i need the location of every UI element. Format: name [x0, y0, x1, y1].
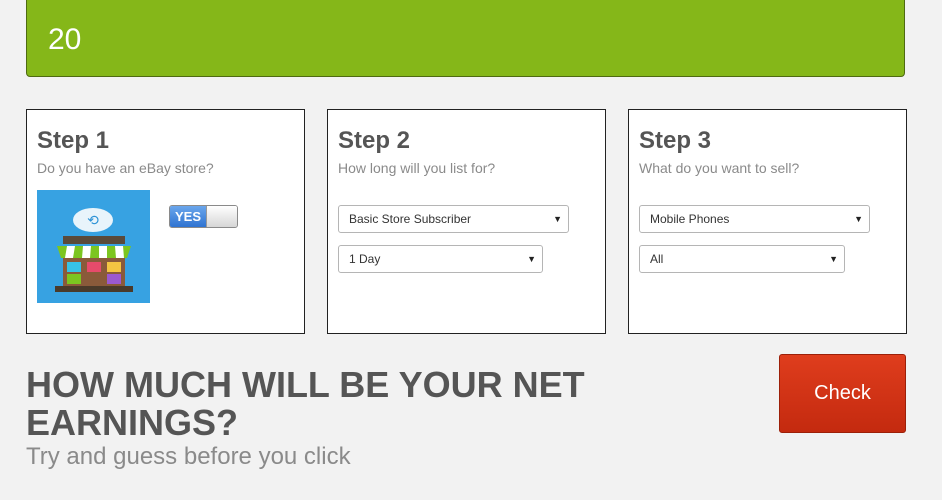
step-2-subtitle: How long will you list for?: [338, 160, 496, 176]
ebay-store-icon: ⟲: [37, 190, 150, 303]
duration-select-value: 1 Day: [349, 252, 381, 266]
chevron-down-icon: ▼: [527, 254, 536, 264]
subcategory-select[interactable]: All ▼: [639, 245, 845, 273]
subcategory-select-value: All: [650, 252, 664, 266]
toggle-on-label: YES: [170, 206, 206, 227]
step-1-title: Step 1: [37, 127, 110, 154]
result-value: 20: [48, 23, 82, 56]
result-bar: 20: [26, 0, 905, 77]
chevron-down-icon: ▼: [553, 214, 562, 224]
step-3-subtitle: What do you want to sell?: [639, 160, 800, 176]
step-2-card: Step 2 How long will you list for? Basic…: [327, 109, 606, 334]
svg-text:⟲: ⟲: [87, 213, 99, 229]
step-3-card: Step 3 What do you want to sell? Mobile …: [628, 109, 907, 334]
duration-select[interactable]: 1 Day ▼: [338, 245, 543, 273]
step-1-card: Step 1 Do you have an eBay store? ⟲ YES: [26, 109, 305, 334]
category-select[interactable]: Mobile Phones ▼: [639, 205, 870, 233]
step-3-title: Step 3: [639, 127, 712, 154]
check-button[interactable]: Check: [779, 354, 906, 433]
toggle-knob: [206, 206, 237, 227]
net-earnings-question: HOW MUCH WILL BE YOUR NET EARNINGS?: [26, 364, 585, 443]
category-select-value: Mobile Phones: [650, 212, 730, 226]
chevron-down-icon: ▼: [854, 214, 863, 224]
chevron-down-icon: ▼: [829, 254, 838, 264]
step-1-subtitle: Do you have an eBay store?: [37, 160, 214, 176]
subscription-select[interactable]: Basic Store Subscriber ▼: [338, 205, 569, 233]
step-2-title: Step 2: [338, 127, 411, 154]
subscription-select-value: Basic Store Subscriber: [349, 212, 472, 226]
ebay-store-toggle[interactable]: YES: [169, 205, 238, 228]
guess-hint: Try and guess before you click: [26, 443, 351, 470]
